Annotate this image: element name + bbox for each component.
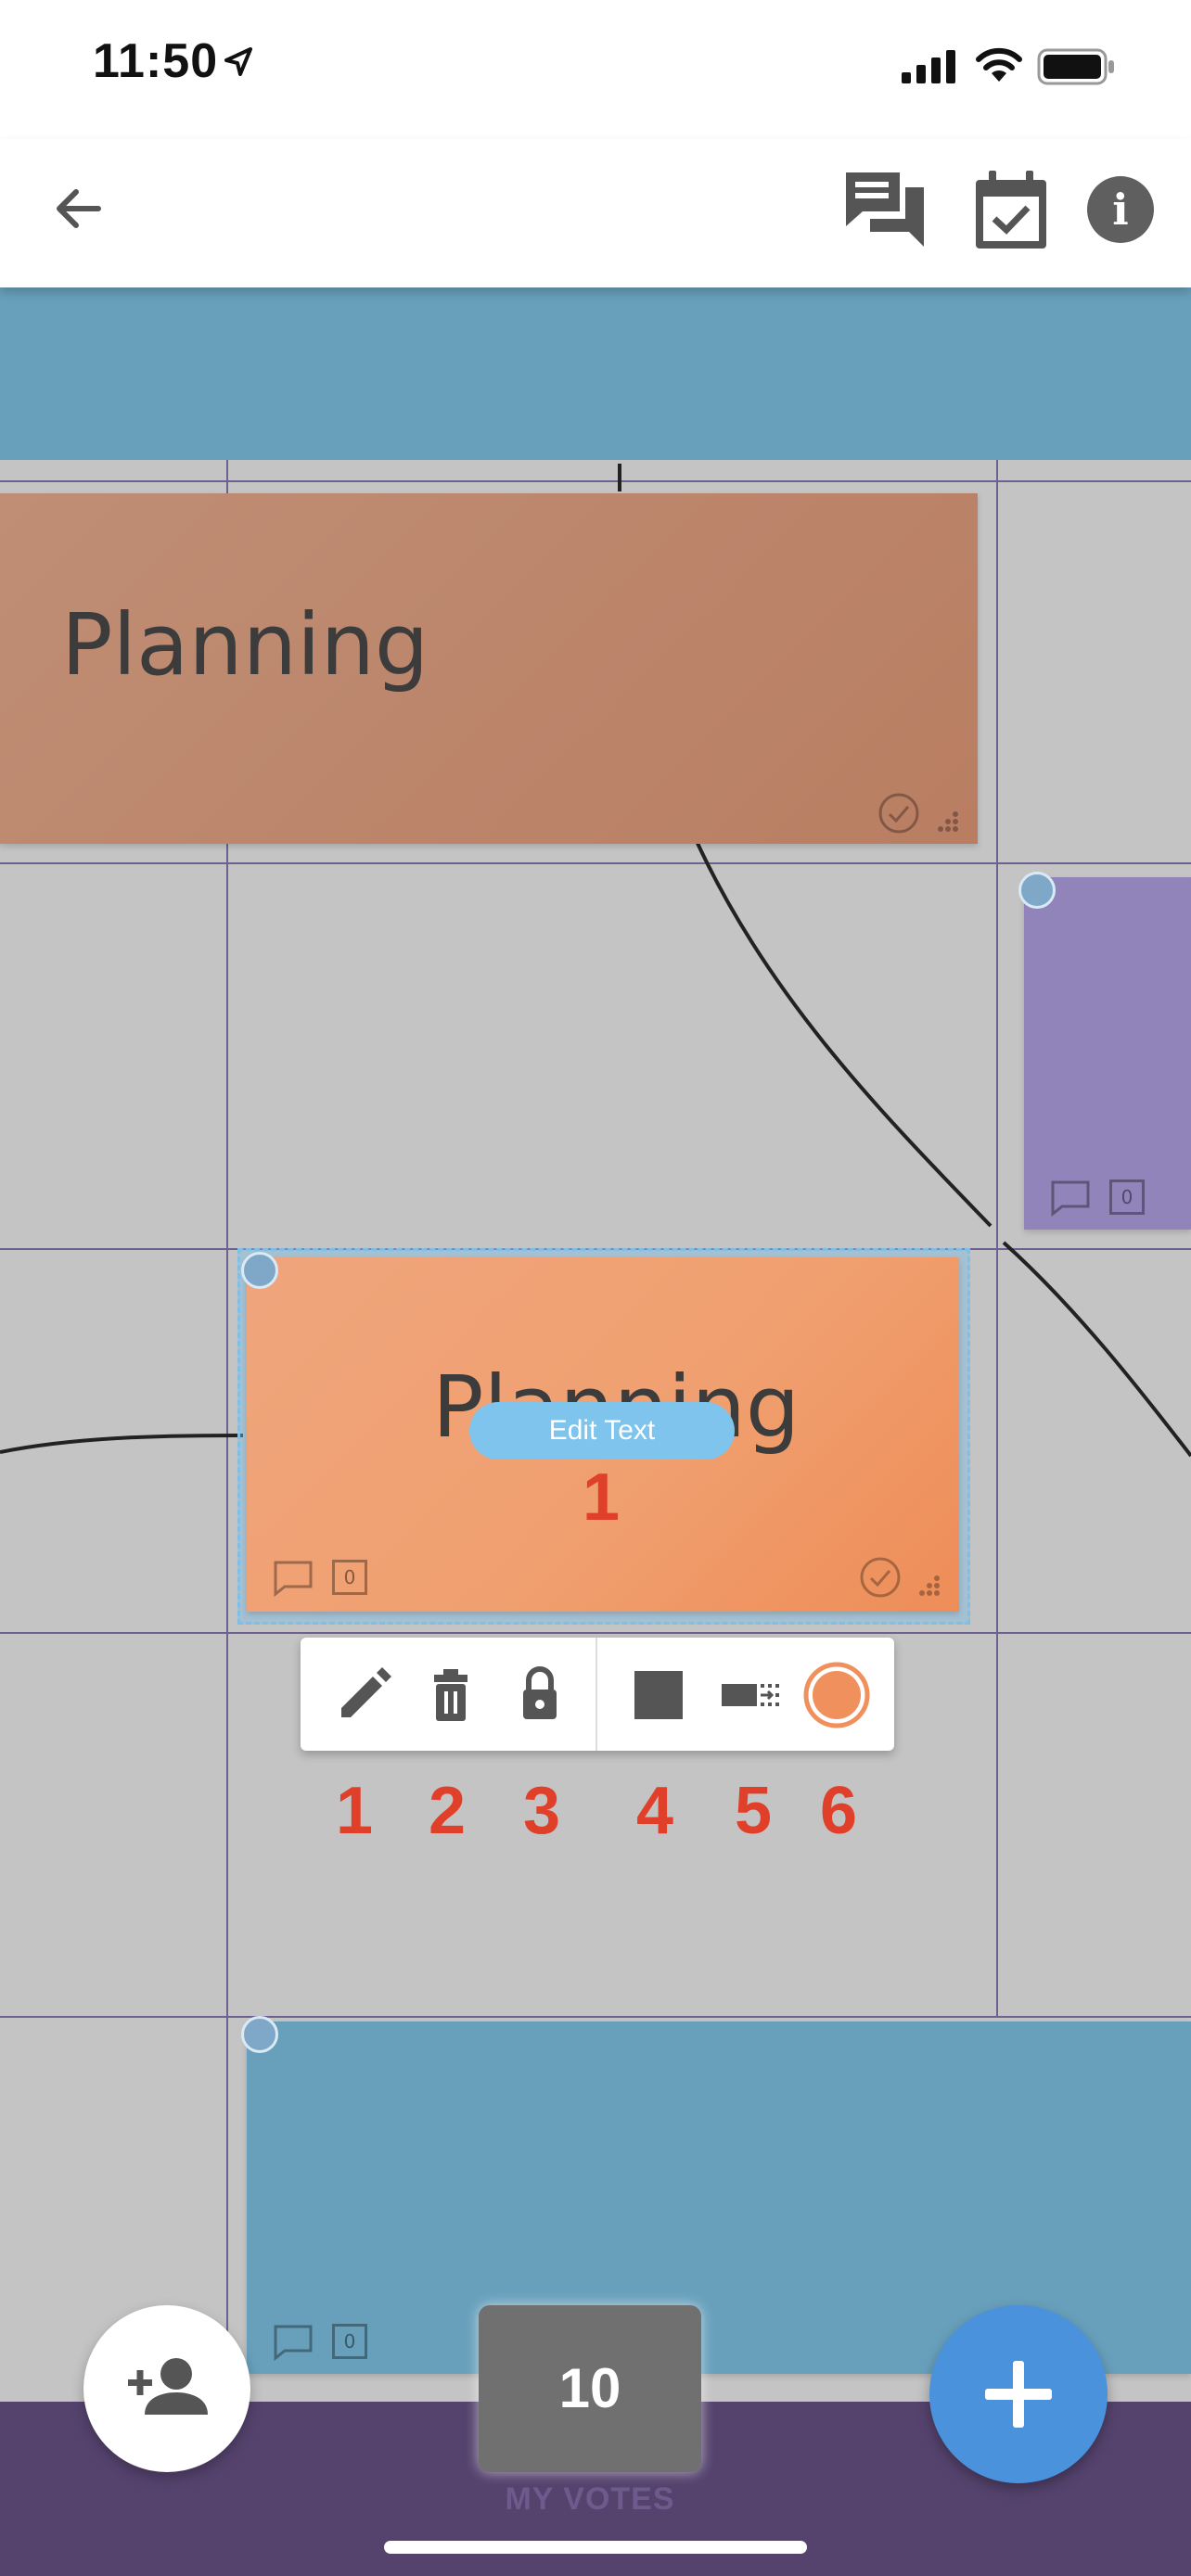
resize-tool-button[interactable] <box>714 1652 788 1736</box>
comment-count: 0 <box>1109 1180 1145 1215</box>
delete-tool-button[interactable] <box>414 1652 488 1736</box>
annotation-number: 1 <box>336 1774 374 1848</box>
home-indicator[interactable] <box>384 2541 807 2554</box>
edit-text-button[interactable]: Edit Text <box>469 1402 735 1460</box>
selected-planning-note[interactable]: Planning Edit Text 1 0 <box>247 1257 959 1612</box>
calendar-button[interactable] <box>972 169 1050 250</box>
back-button[interactable] <box>46 176 111 241</box>
chat-icon <box>846 172 924 247</box>
calendar-check-icon <box>976 171 1046 249</box>
add-person-icon <box>128 2358 208 2415</box>
check-icon[interactable] <box>859 1556 902 1603</box>
note-toolbar <box>301 1638 894 1751</box>
purple-note[interactable]: 0 <box>1024 877 1191 1230</box>
resize-icon <box>722 1684 779 1706</box>
edit-tool-button[interactable] <box>325 1652 399 1736</box>
annotation-number: 6 <box>820 1774 858 1848</box>
color-circle-icon <box>803 1662 870 1728</box>
toolbar-divider <box>596 1638 597 1751</box>
avatar <box>1018 872 1056 909</box>
shape-tool-button[interactable] <box>621 1652 696 1736</box>
annotation-number: 1 <box>583 1460 621 1535</box>
info-button[interactable]: i <box>1087 176 1154 243</box>
my-votes-label: MY VOTES <box>505 2481 675 2517</box>
note-text: Planning <box>61 595 429 695</box>
delete-trash-icon <box>434 1669 467 1721</box>
annotation-number: 5 <box>735 1774 773 1848</box>
avatar <box>241 1252 278 1289</box>
add-note-button[interactable] <box>929 2305 1108 2483</box>
check-icon[interactable] <box>877 792 920 839</box>
my-votes-counter[interactable]: 10 <box>479 2305 701 2472</box>
back-arrow-icon <box>57 189 101 228</box>
resize-handle-icon[interactable] <box>935 809 961 839</box>
add-user-button[interactable] <box>83 2305 250 2472</box>
comment-icon[interactable] <box>273 1560 314 1601</box>
comment-count: 0 <box>332 1560 367 1595</box>
avatar <box>241 2016 278 2053</box>
lock-tool-button[interactable] <box>503 1652 577 1736</box>
plus-icon <box>985 2361 1052 2428</box>
edit-pencil-icon <box>341 1667 391 1717</box>
comment-icon[interactable] <box>1050 1180 1091 1221</box>
color-tool-button[interactable] <box>800 1652 874 1736</box>
annotation-number: 2 <box>429 1774 467 1848</box>
info-icon: i <box>1112 185 1129 235</box>
resize-handle-icon[interactable] <box>916 1573 942 1603</box>
comment-count: 0 <box>332 2324 367 2359</box>
planning-note-top[interactable]: Planning <box>0 493 978 844</box>
lock-icon <box>523 1666 557 1719</box>
square-shape-icon <box>634 1671 683 1719</box>
chat-button[interactable] <box>842 169 928 249</box>
annotation-number: 4 <box>636 1774 674 1848</box>
comment-icon[interactable] <box>273 2324 314 2366</box>
annotation-number: 3 <box>523 1774 561 1848</box>
